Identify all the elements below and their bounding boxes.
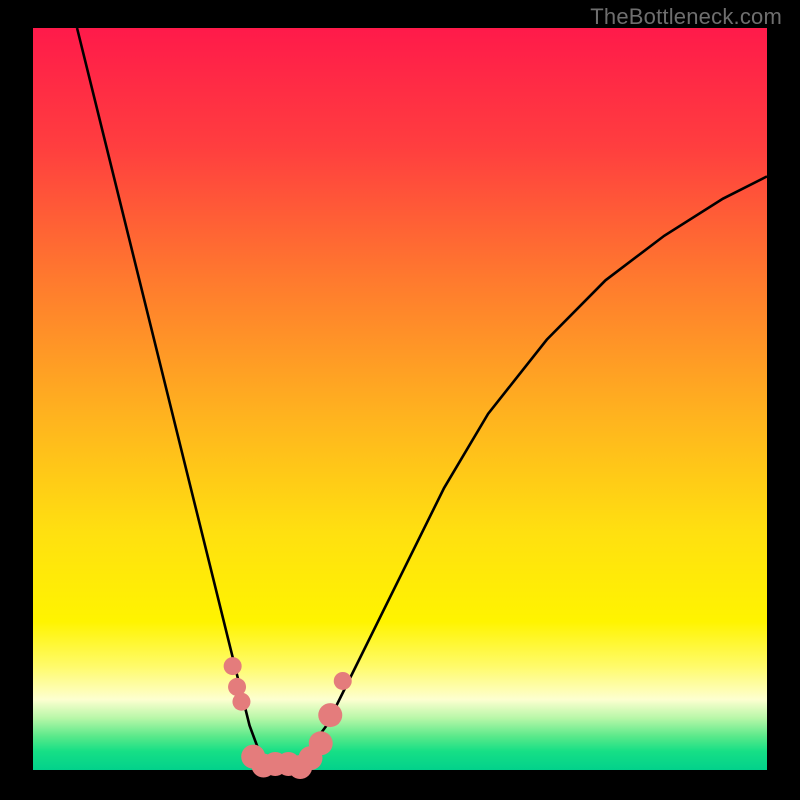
plot-background [33, 28, 767, 770]
curve-marker [224, 657, 242, 675]
watermark-text: TheBottleneck.com [590, 4, 782, 30]
curve-marker [334, 672, 352, 690]
curve-marker [232, 693, 250, 711]
bottleneck-chart [0, 0, 800, 800]
curve-marker [318, 703, 342, 727]
chart-stage: TheBottleneck.com [0, 0, 800, 800]
curve-marker [309, 731, 333, 755]
